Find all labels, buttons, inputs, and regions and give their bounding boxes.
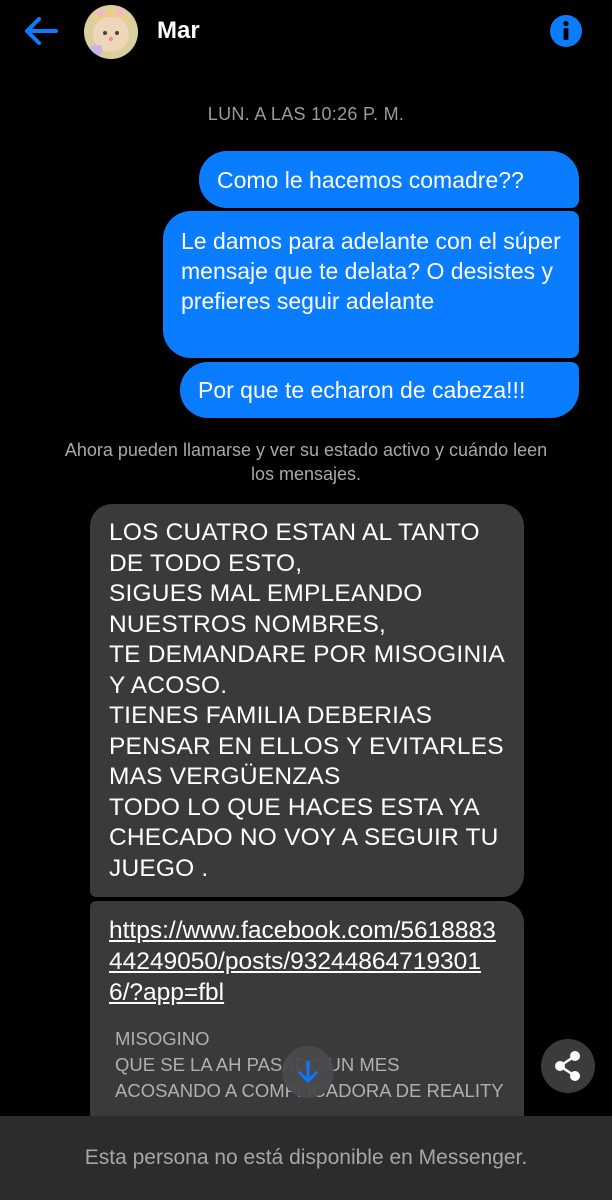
scroll-to-bottom-button[interactable] xyxy=(282,1046,334,1098)
share-button[interactable] xyxy=(541,1039,595,1093)
conversation-header: Mar xyxy=(0,0,612,64)
system-notice: Ahora pueden llamarse y ver su estado ac… xyxy=(64,440,548,484)
message-link[interactable]: https://www.facebook.com/561888344249050… xyxy=(109,915,506,1008)
contact-name[interactable]: Mar xyxy=(157,17,200,45)
outgoing-message[interactable]: Por que te echaron de cabeza!!! xyxy=(180,362,579,418)
avatar-image xyxy=(84,5,138,59)
outgoing-message[interactable]: Como le hacemos comadre?? xyxy=(199,151,579,208)
unavailable-footer: Esta persona no está disponible en Messe… xyxy=(0,1116,612,1200)
incoming-message[interactable]: LOS CUATRO ESTAN AL TANTO DE TODO ESTO, … xyxy=(90,504,524,897)
arrow-down-icon xyxy=(298,1060,318,1083)
arrow-left-icon[interactable] xyxy=(22,14,60,48)
share-icon xyxy=(555,1051,580,1081)
message-timestamp: LUN. A LAS 10:26 P. M. xyxy=(207,104,405,124)
unavailable-text: Esta persona no está disponible en Messe… xyxy=(84,1146,528,1169)
avatar[interactable] xyxy=(84,5,138,59)
outgoing-message[interactable]: Le damos para adelante con el súper mens… xyxy=(163,211,579,358)
info-icon[interactable] xyxy=(549,14,583,48)
